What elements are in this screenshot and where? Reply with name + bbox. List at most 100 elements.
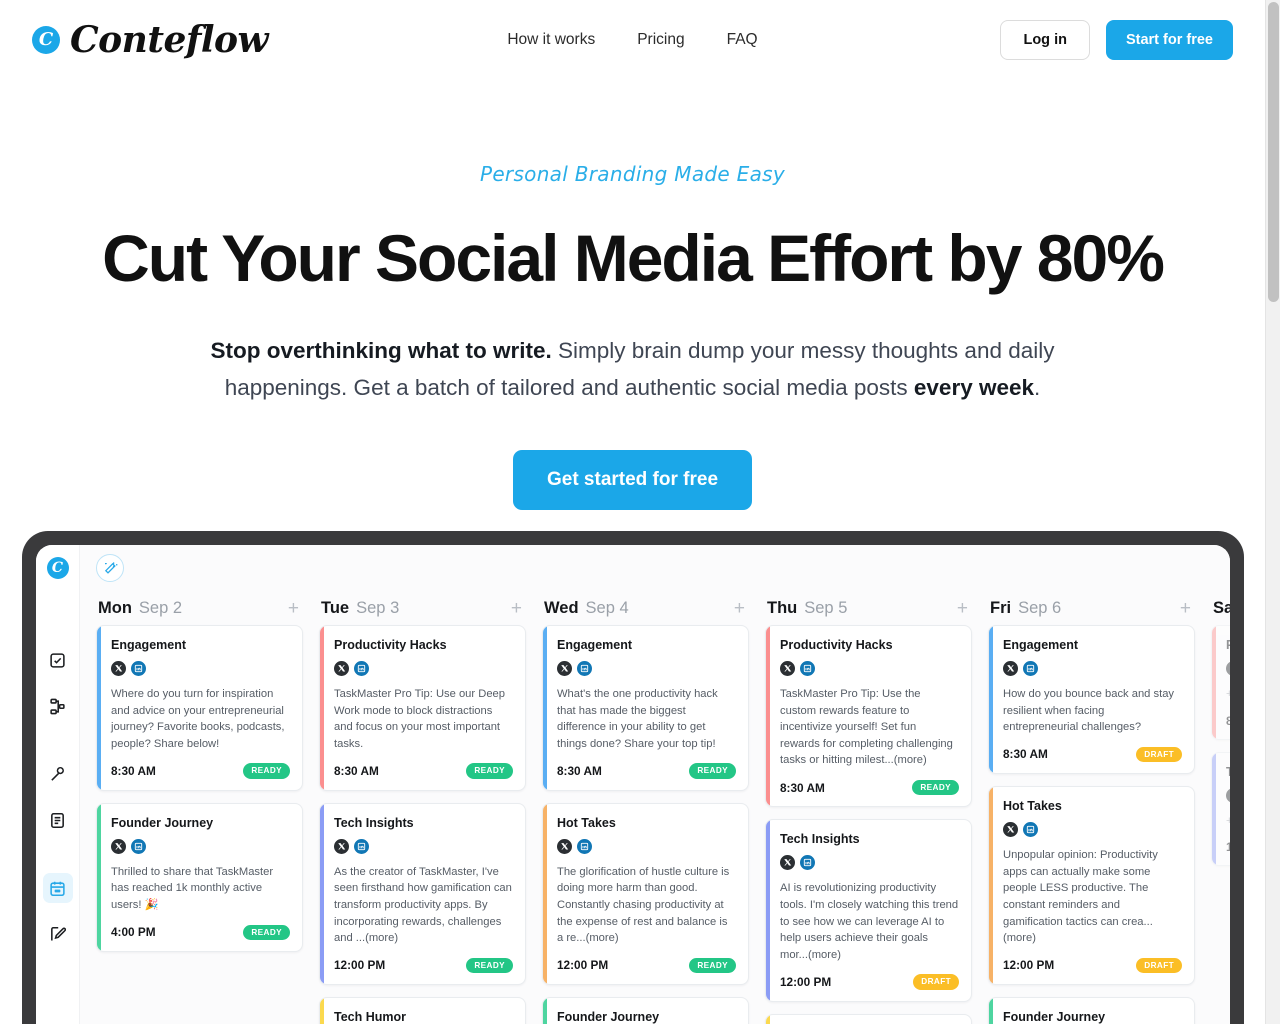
post-card-title: Founder Journey <box>1003 1010 1106 1024</box>
add-post-button[interactable]: + <box>511 599 524 618</box>
post-time: 8:30 <box>1226 714 1230 728</box>
status-badge: DRAFT <box>913 974 959 990</box>
add-post-button[interactable]: + <box>288 599 301 618</box>
platform-icons <box>334 661 513 676</box>
add-post-button[interactable]: + <box>1180 599 1193 618</box>
post-card[interactable]: Tech Humor <box>319 997 526 1024</box>
post-time: 12:00 PM <box>780 975 832 990</box>
post-card[interactable]: Engagement How do you bounce back and sta… <box>988 625 1195 775</box>
status-badge: READY <box>466 957 513 974</box>
platform-icons <box>780 855 959 871</box>
post-card[interactable]: Productivity Hacks TaskMaster Pro Tip: Us… <box>319 625 526 791</box>
post-card[interactable]: Engagement What's the one productivity ha… <box>542 625 749 791</box>
platform-icons <box>111 838 290 854</box>
status-badge: DRAFT <box>1136 957 1182 974</box>
hero-section: Personal Branding Made Easy Cut Your Soc… <box>0 80 1265 511</box>
post-card[interactable]: Tech Insights AI is revolutionizing produ… <box>765 819 972 1002</box>
document-icon[interactable] <box>43 805 73 835</box>
platform-icons <box>780 661 959 676</box>
day-of-week-label: Mon <box>98 598 132 617</box>
status-badge: READY <box>243 924 290 941</box>
post-card[interactable]: Hot Takes The glorification of hustle cul… <box>542 802 749 986</box>
post-card[interactable]: Founder Journey <box>542 997 749 1024</box>
linkedin-platform-icon <box>354 838 369 854</box>
linkedin-platform-icon <box>1023 661 1038 676</box>
post-card-body: Where do you turn for inspiration and ad… <box>111 688 285 750</box>
status-badge: READY <box>912 779 959 796</box>
post-card-title: Tech Insights <box>334 815 414 830</box>
post-time: 4:00 PM <box>111 925 156 940</box>
status-badge: READY <box>243 763 290 779</box>
post-time: 8:30 AM <box>780 780 825 795</box>
post-card-footer: 12:00 PM DRAFT <box>1003 957 1182 974</box>
post-card-title: Hot Takes <box>1003 799 1062 814</box>
add-post-button[interactable]: + <box>734 599 747 618</box>
linkedin-platform-icon <box>577 838 592 854</box>
linkedin-platform-icon <box>1023 822 1038 838</box>
post-card[interactable]: Tech + Cr 12:0 <box>1211 751 1230 867</box>
platform-icons <box>557 661 736 676</box>
post-time: 8:30 AM <box>557 764 602 779</box>
sitemap-icon[interactable] <box>43 691 73 721</box>
post-card-title: Founder Journey <box>557 1010 660 1024</box>
post-card-body: Thrilled to share that TaskMaster has re… <box>111 865 274 911</box>
post-card[interactable]: Tech Humor <box>765 1013 972 1024</box>
nav-pricing[interactable]: Pricing <box>637 31 684 49</box>
day-of-week-label: Sat <box>1213 598 1230 617</box>
x-platform-icon <box>1226 787 1230 803</box>
day-date-label: Sep 4 <box>585 598 629 617</box>
post-card-footer: 12:0 <box>1226 840 1230 854</box>
platform-icons <box>1226 661 1230 676</box>
post-card-title: Produ <box>1226 638 1230 652</box>
post-card[interactable]: Productivity Hacks TaskMaster Pro Tip: Us… <box>765 625 972 808</box>
post-card[interactable]: Produ + Cr 8:30 <box>1211 625 1230 740</box>
post-card-title: Engagement <box>111 638 187 652</box>
post-card-body: As the creator of TaskMaster, I've seen … <box>334 865 512 945</box>
post-time: 8:30 AM <box>334 764 379 779</box>
platform-icons <box>334 838 513 854</box>
post-card[interactable]: Founder Journey Thrilled to share that Ta… <box>96 802 303 953</box>
nav-how-it-works[interactable]: How it works <box>507 31 595 49</box>
magic-wand-icon[interactable] <box>96 554 124 582</box>
post-card-footer: 12:00 PM READY <box>557 957 736 974</box>
pencil-edit-icon[interactable] <box>43 919 73 949</box>
nav-faq[interactable]: FAQ <box>727 31 758 49</box>
day-column-wed: Wed Sep 4 + Engagement What's the one produc… <box>534 591 757 1024</box>
post-card[interactable]: Tech Insights As the creator of TaskMaste… <box>319 802 526 986</box>
post-card-footer: 12:00 PM DRAFT <box>780 974 959 990</box>
post-card-title: Engagement <box>557 638 633 652</box>
add-post-button[interactable]: + <box>957 599 970 618</box>
get-started-button[interactable]: Get started for free <box>512 450 753 511</box>
checkbox-square-icon[interactable] <box>43 645 73 675</box>
x-platform-icon <box>334 661 349 676</box>
app-logo-icon[interactable]: C <box>46 557 69 579</box>
post-card-footer: 12:00 PM READY <box>334 957 513 974</box>
platform-icons <box>1226 787 1230 803</box>
subhead-bold-lead: Stop overthinking what to write. <box>210 337 552 363</box>
page-scrollbar[interactable] <box>1265 0 1280 1024</box>
post-card-title: Engagement <box>1003 638 1079 652</box>
subhead-bold-tail: every week <box>913 375 1035 401</box>
hero-subheading: Stop overthinking what to write. Simply … <box>168 332 1098 406</box>
day-column-header: Wed Sep 4 + <box>542 591 749 625</box>
day-column-mon: Mon Sep 2 + Engagement Where do you turn for… <box>88 591 311 1024</box>
microphone-icon[interactable] <box>43 759 73 789</box>
scrollbar-thumb[interactable] <box>1268 2 1279 302</box>
post-card[interactable]: Hot Takes Unpopular opinion: Productivity… <box>988 786 1195 986</box>
post-card-body: What's the one productivity hack that ha… <box>557 688 718 750</box>
calendar-board: Mon Sep 2 + Engagement Where do you turn for… <box>80 545 1230 1024</box>
x-platform-icon <box>111 838 126 854</box>
main-nav: How it works Pricing FAQ <box>0 31 1265 49</box>
post-card-footer: 8:30 AM READY <box>780 779 959 796</box>
post-time: 12:0 <box>1226 840 1230 854</box>
calendar-icon[interactable] <box>42 873 73 903</box>
x-platform-icon <box>780 661 795 676</box>
day-column-header: Fri Sep 6 + <box>988 591 1195 625</box>
post-card-body: TaskMaster Pro Tip: Use our Deep Work mo… <box>334 688 505 750</box>
day-column-fri: Fri Sep 6 + Engagement How do you bounce bac… <box>980 591 1203 1024</box>
post-card[interactable]: Founder Journey <box>988 997 1195 1024</box>
post-card-title: Productivity Hacks <box>780 638 893 652</box>
platform-icons <box>111 661 290 676</box>
post-card[interactable]: Engagement Where do you turn for inspirat… <box>96 625 303 791</box>
day-column-header: Mon Sep 2 + <box>96 591 303 625</box>
